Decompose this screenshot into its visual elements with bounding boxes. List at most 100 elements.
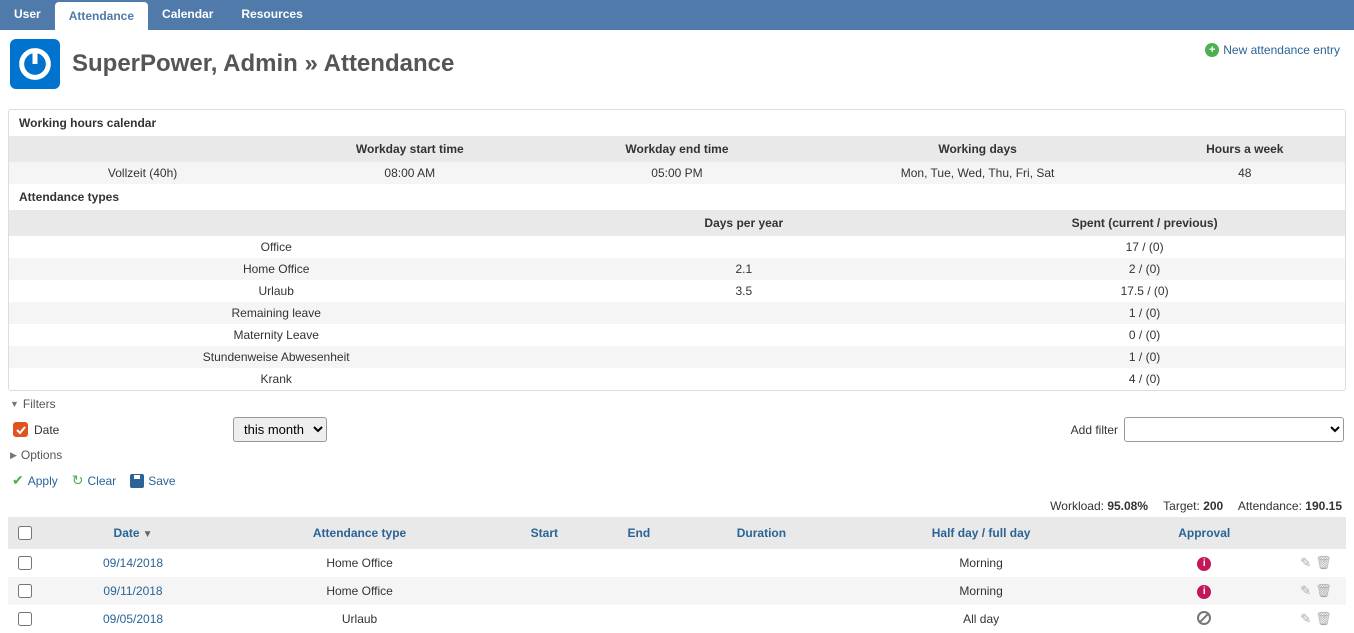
apply-button[interactable]: ✔ Apply [12,472,58,489]
apply-label: Apply [28,474,58,488]
attendance-type-cell: 2 / (0) [944,258,1345,280]
row-select-checkbox[interactable] [18,584,32,598]
col-end[interactable]: End [595,517,684,549]
entry-duration [683,577,840,605]
workload-label: Workload: [1050,499,1104,513]
wh-col-1: Workday start time [276,136,543,162]
row-select-checkbox[interactable] [18,556,32,570]
tab-attendance[interactable]: Attendance [55,2,148,30]
options-toggle[interactable]: ▶ Options [10,448,1344,462]
save-button[interactable]: Save [130,474,175,488]
info-icon[interactable]: i [1197,557,1211,571]
at-col-1: Days per year [543,210,944,236]
attendance-types-heading: Attendance types [9,184,1345,210]
save-icon [130,474,144,488]
attendance-types-table: Days per year Spent (current / previous)… [9,210,1345,390]
attendance-type-row: Remaining leave1 / (0) [9,302,1345,324]
edit-icon[interactable]: ✎ [1300,555,1311,570]
row-select-checkbox[interactable] [18,612,32,626]
chevron-right-icon: ▶ [10,450,17,461]
at-col-0 [9,210,543,236]
wh-cell: 48 [1145,162,1345,184]
table-row: 09/14/2018Home OfficeMorningi✎🗑 [8,549,1346,577]
filters-label: Filters [23,397,56,411]
wh-col-0 [9,136,276,162]
col-start[interactable]: Start [494,517,594,549]
workload-value: 95.08% [1107,499,1148,513]
edit-icon[interactable]: ✎ [1300,611,1311,626]
col-duration[interactable]: Duration [683,517,840,549]
deny-icon[interactable] [1197,611,1211,625]
date-filter-label: Date [34,423,59,437]
attendance-type-cell [543,236,944,258]
entry-approval [1122,605,1286,633]
attendance-type-cell [543,346,944,368]
wh-col-3: Working days [811,136,1145,162]
wh-col-2: Workday end time [543,136,810,162]
trash-icon[interactable]: 🗑 [1315,611,1332,626]
entry-type: Home Office [225,577,494,605]
col-type[interactable]: Attendance type [225,517,494,549]
attendance-type-cell: Urlaub [9,280,543,302]
attendance-type-cell: Maternity Leave [9,324,543,346]
wh-row: Vollzeit (40h) 08:00 AM 05:00 PM Mon, Tu… [9,162,1345,184]
new-attendance-link[interactable]: + New attendance entry [1205,43,1340,57]
tab-user[interactable]: User [0,0,55,30]
entry-date-link[interactable]: 09/14/2018 [103,556,163,570]
entry-date-link[interactable]: 09/11/2018 [103,584,162,598]
attendance-type-row: Urlaub3.517.5 / (0) [9,280,1345,302]
wh-col-4: Hours a week [1145,136,1345,162]
working-hours-heading: Working hours calendar [9,110,1345,136]
working-hours-table: Workday start time Workday end time Work… [9,136,1345,184]
sort-desc-icon: ▼ [143,529,153,540]
edit-icon[interactable]: ✎ [1300,583,1311,598]
save-label: Save [148,474,175,488]
entry-start [494,549,594,577]
target-label: Target: [1163,499,1200,513]
col-approval[interactable]: Approval [1122,517,1286,549]
attendance-label: Attendance: [1238,499,1302,513]
attendance-type-cell: Home Office [9,258,543,280]
attendance-type-cell: 0 / (0) [944,324,1345,346]
date-filter-select[interactable]: this month [233,417,327,442]
attendance-type-cell: Stundenweise Abwesenheit [9,346,543,368]
col-date[interactable]: Date▼ [41,517,225,549]
filters-toggle[interactable]: ▼ Filters [10,397,1344,411]
attendance-type-cell: 2.1 [543,258,944,280]
attendance-type-cell: 4 / (0) [944,368,1345,390]
target-value: 200 [1203,499,1223,513]
attendance-type-cell: 1 / (0) [944,346,1345,368]
attendance-type-cell: Krank [9,368,543,390]
add-filter-select[interactable] [1124,417,1344,442]
entry-duration [683,605,840,633]
page-header: SuperPower, Admin » Attendance + New att… [0,31,1354,109]
reload-icon: ↻ [72,472,84,489]
wh-cell: Vollzeit (40h) [9,162,276,184]
attendance-type-row: Office17 / (0) [9,236,1345,258]
tab-resources[interactable]: Resources [227,0,316,30]
attendance-type-cell: Remaining leave [9,302,543,324]
wh-cell: 08:00 AM [276,162,543,184]
select-all-checkbox[interactable] [18,526,32,540]
clear-button[interactable]: ↻ Clear [72,472,116,489]
wh-cell: 05:00 PM [543,162,810,184]
entry-duration [683,549,840,577]
at-col-2: Spent (current / previous) [944,210,1345,236]
tab-calendar[interactable]: Calendar [148,0,227,30]
table-row: 09/11/2018Home OfficeMorningi✎🗑 [8,577,1346,605]
trash-icon[interactable]: 🗑 [1315,583,1332,598]
entry-type: Home Office [225,549,494,577]
entry-date-link[interactable]: 09/05/2018 [103,612,163,626]
date-filter-checkbox[interactable] [13,422,28,437]
info-icon[interactable]: i [1197,585,1211,599]
plus-icon: + [1205,43,1219,57]
clear-label: Clear [88,474,117,488]
attendance-type-cell: 17.5 / (0) [944,280,1345,302]
col-half[interactable]: Half day / full day [840,517,1123,549]
entry-end [595,577,684,605]
trash-icon[interactable]: 🗑 [1315,555,1332,570]
attendance-type-cell: 17 / (0) [944,236,1345,258]
filter-date-row: Date this month Add filter [10,417,1344,442]
entry-end [595,605,684,633]
table-row: 09/05/2018UrlaubAll day✎🗑 [8,605,1346,633]
